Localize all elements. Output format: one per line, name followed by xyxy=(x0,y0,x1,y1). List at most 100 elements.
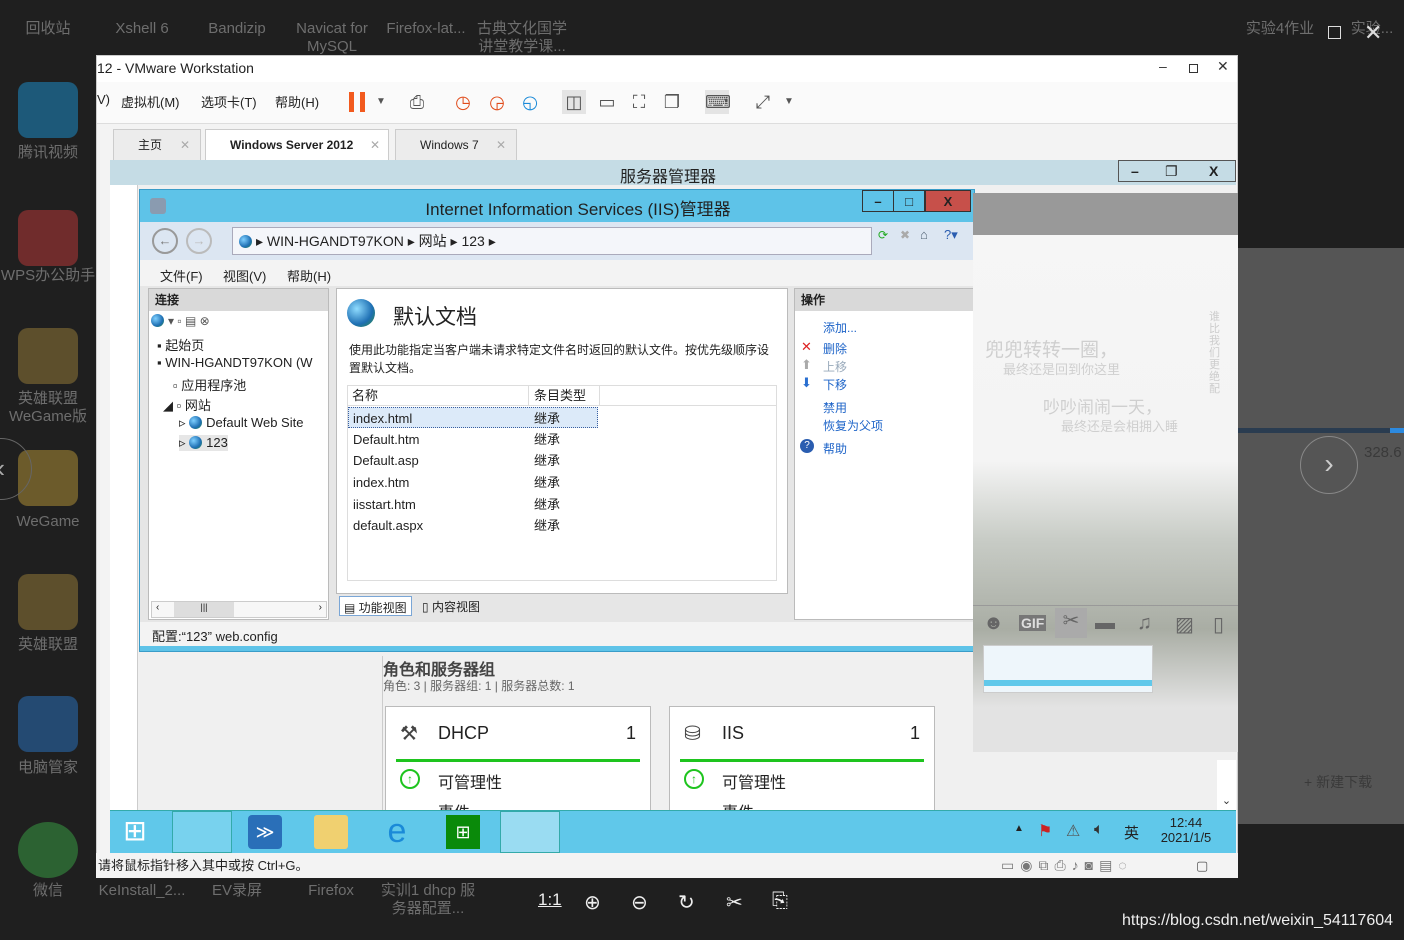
close-icon[interactable]: ✕ xyxy=(370,130,380,160)
close-button[interactable]: X xyxy=(1209,161,1218,181)
zoom-out-icon[interactable]: ⊖ xyxy=(631,890,648,915)
taskbar-store[interactable]: ⊞ xyxy=(446,815,480,849)
desktop-icon-bandizip[interactable]: Bandizip xyxy=(192,20,282,38)
menu-help[interactable]: 帮助(H) xyxy=(287,266,331,285)
desktop-icon-wechat[interactable]: 微信 xyxy=(0,882,96,900)
manageability-link[interactable]: 可管理性 xyxy=(722,769,786,793)
zoom-in-icon[interactable]: ⊕ xyxy=(584,890,601,915)
action-move-up[interactable]: 上移 xyxy=(823,358,847,375)
minimize-button[interactable]: – xyxy=(1159,58,1167,74)
close-icon[interactable]: ✕ xyxy=(1364,20,1382,46)
tab-windows-7[interactable]: Windows 7 ✕ xyxy=(395,129,517,161)
desktop-icon-firefox[interactable]: Firefox xyxy=(294,882,368,900)
content-view-tab[interactable]: ▯ 内容视图 xyxy=(422,598,480,615)
column-header-type[interactable]: 条目类型 xyxy=(528,386,600,406)
console-icon[interactable]: ⌨ xyxy=(705,90,731,114)
image-icon[interactable]: ▨ xyxy=(1175,612,1194,637)
desktop-icon-pc-manager[interactable]: 电脑管家 xyxy=(0,759,96,777)
menu-tabs[interactable]: 选项卡(T) xyxy=(201,92,257,111)
tree-item-app-pools[interactable]: ▫ 应用程序池 xyxy=(173,375,246,394)
library-view-icon[interactable]: ◫ xyxy=(562,90,586,114)
desktop-icon-recycle[interactable]: 回收站 xyxy=(0,20,96,38)
action-move-down[interactable]: 下移 xyxy=(823,376,847,393)
menu-help[interactable]: 帮助(H) xyxy=(275,92,319,111)
desktop-icon-lab4[interactable]: 实验4作业 xyxy=(1240,20,1320,38)
breadcrumb-sites[interactable]: 网站 xyxy=(419,233,447,249)
rotate-icon[interactable]: ↻ xyxy=(678,890,695,915)
maximize-button[interactable]: ❐ xyxy=(1165,161,1178,181)
breadcrumb-server[interactable]: WIN-HGANDT97KON xyxy=(267,233,404,249)
home-icon[interactable]: ⌂ xyxy=(920,227,928,242)
table-row[interactable]: index.html 继承 xyxy=(348,407,598,428)
connections-toolbar[interactable]: ▾ ▫ ▤ ⊗ xyxy=(151,314,210,328)
tree-item-server[interactable]: ▪ WIN-HGANDT97KON (W xyxy=(157,355,313,370)
table-row[interactable]: default.aspx 继承 xyxy=(348,515,598,536)
role-card-dhcp[interactable]: ⚒ DHCP 1 ↑ 可管理性 事件 xyxy=(385,706,651,826)
action-delete[interactable]: 删除 xyxy=(823,340,847,357)
desktop-icon-lol[interactable]: 英雄联盟 xyxy=(0,636,96,654)
manageability-link[interactable]: 可管理性 xyxy=(438,769,502,793)
close-button[interactable]: ✕ xyxy=(1217,58,1229,75)
start-button[interactable]: ⊞ xyxy=(118,815,152,849)
table-row[interactable]: index.htm 继承 xyxy=(348,472,598,493)
thumbnail-view-icon[interactable]: ▭ xyxy=(595,90,619,114)
desktop-icon-wps[interactable]: WPS办公助手 xyxy=(0,267,96,285)
scissors-icon[interactable]: ✂ xyxy=(1055,608,1087,638)
table-row[interactable]: iisstart.htm 继承 xyxy=(348,494,598,515)
maximize-button[interactable] xyxy=(1189,64,1198,73)
address-bar[interactable]: ▸ WIN-HGANDT97KON ▸ 网站 ▸ 123 ▸ xyxy=(232,227,872,255)
desktop-icon-xshell[interactable]: Xshell 6 xyxy=(96,20,188,38)
menu-view[interactable]: 视图(V) xyxy=(223,266,266,285)
chevron-down-icon[interactable]: ▼ xyxy=(777,90,801,114)
action-add[interactable]: 添加... xyxy=(823,319,857,336)
desktop-icon-ev[interactable]: EV录屏 xyxy=(200,882,274,900)
close-button[interactable]: X xyxy=(925,190,971,212)
phone-icon[interactable]: ▯ xyxy=(1213,612,1224,637)
taskbar-powershell[interactable]: ≫ xyxy=(248,815,282,849)
tab-windows-server-2012[interactable]: Windows Server 2012 ✕ xyxy=(205,129,389,161)
minimize-button[interactable]: – xyxy=(1131,161,1139,181)
tree-item-123[interactable]: ▹ 123 xyxy=(179,435,228,451)
screenshot-thumbnail[interactable] xyxy=(983,645,1153,693)
show-hidden-icons[interactable]: ▲ xyxy=(1014,823,1024,834)
desktop-icon-firefox-installer[interactable]: Firefox-lat... xyxy=(380,20,472,38)
menu-file[interactable]: 文件(F) xyxy=(160,266,203,285)
chevron-down-icon[interactable]: ▼ xyxy=(369,90,393,114)
tree-item-sites[interactable]: ◢ ▫ 网站 xyxy=(163,395,211,414)
unity-icon[interactable]: ❐ xyxy=(660,90,684,114)
music-icon[interactable]: ♫ xyxy=(1137,612,1152,635)
stretch-icon[interactable]: ⤢ xyxy=(751,90,775,114)
new-download-button[interactable]: + 新建下载 xyxy=(1304,772,1372,792)
table-row[interactable]: Default.asp 继承 xyxy=(348,450,598,471)
maximize-button[interactable]: □ xyxy=(893,190,925,212)
action-help[interactable]: 帮助 xyxy=(823,440,847,457)
restore-icon[interactable] xyxy=(1328,26,1341,39)
message-icon[interactable]: ▢ xyxy=(1196,853,1208,878)
taskbar-iis-manager[interactable] xyxy=(500,811,560,853)
action-disable[interactable]: 禁用 xyxy=(823,399,847,416)
refresh-icon[interactable]: ⟳ xyxy=(878,228,888,242)
save-icon[interactable]: ⎘ xyxy=(772,890,788,913)
folder-icon[interactable]: ▬ xyxy=(1095,612,1115,635)
tree-item-default-web-site[interactable]: ▹ Default Web Site xyxy=(179,415,303,431)
table-row[interactable]: Default.htm 继承 xyxy=(348,429,598,450)
revert-snapshot-icon[interactable]: ◶ xyxy=(485,90,509,114)
emoji-icon[interactable]: ☻ xyxy=(983,612,1004,635)
action-revert-to-parent[interactable]: 恢复为父项 xyxy=(823,417,883,434)
taskbar-server-manager[interactable] xyxy=(172,811,232,853)
forward-button[interactable]: → xyxy=(186,228,212,254)
snapshot-icon[interactable]: ◷ xyxy=(451,90,475,114)
snapshot-manager-icon[interactable]: ◵ xyxy=(518,90,542,114)
breadcrumb-site-123[interactable]: 123 xyxy=(461,233,484,249)
help-icon[interactable]: ?▾ xyxy=(944,227,958,243)
column-header-name[interactable]: 名称 xyxy=(352,386,378,406)
tab-home[interactable]: 主页 ✕ xyxy=(113,129,201,161)
network-icon[interactable]: ⚠ xyxy=(1066,821,1080,841)
desktop-icon-dhcp-doc[interactable]: 实训1 dhcp 服务器配置... xyxy=(380,882,476,918)
next-image-button[interactable]: › xyxy=(1300,436,1358,494)
back-button[interactable]: ← xyxy=(152,228,178,254)
desktop-icon-keinstall[interactable]: KeInstall_2... xyxy=(96,882,188,900)
features-view-tab[interactable]: ▤ 功能视图 xyxy=(339,596,412,616)
pause-icon[interactable] xyxy=(349,92,365,112)
stop-icon[interactable]: ✖ xyxy=(900,228,910,242)
